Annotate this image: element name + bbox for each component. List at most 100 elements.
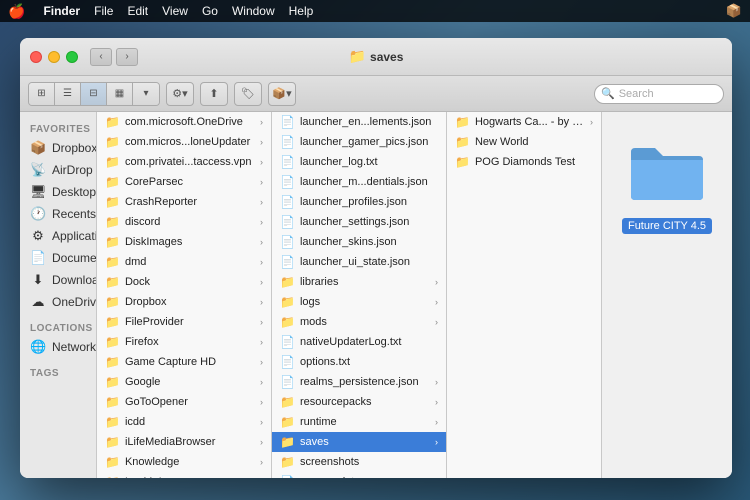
col-item-label: Knowledge — [125, 456, 255, 468]
col2-item[interactable]: 📄nativeUpdaterLog.txt — [272, 332, 446, 352]
folder-icon: 📁 — [105, 255, 120, 269]
sidebar-item-dropbox[interactable]: 📦 Dropbox — [20, 137, 96, 159]
col1-item[interactable]: 📁GoToOpener› — [97, 392, 271, 412]
sidebar-item-downloads[interactable]: ⬇ Downloads — [20, 269, 96, 291]
col1-item[interactable]: 📁dmd› — [97, 252, 271, 272]
maximize-button[interactable] — [66, 51, 78, 63]
forward-button[interactable]: › — [116, 48, 138, 66]
col1-item[interactable]: 📁Firefox› — [97, 332, 271, 352]
menu-window[interactable]: Window — [232, 4, 275, 18]
col1-item[interactable]: 📁CoreParsec› — [97, 172, 271, 192]
col2-item[interactable]: 📁runtime› — [272, 412, 446, 432]
folder-icon: 📁 — [105, 335, 120, 349]
col-item-label: Firefox — [125, 336, 255, 348]
folder-icon: 📁 — [105, 175, 120, 189]
col2-item[interactable]: 📄servers.dat — [272, 472, 446, 478]
view-dropdown-btn[interactable]: ▾ — [133, 83, 159, 105]
folder-icon: 📁 — [105, 215, 120, 229]
close-button[interactable] — [30, 51, 42, 63]
action-button[interactable]: ⚙▾ — [166, 82, 194, 106]
col2-item[interactable]: 📄launcher_log.txt — [272, 152, 446, 172]
col2-item[interactable]: 📁screenshots — [272, 452, 446, 472]
col-item-label: launcher_m...dentials.json — [300, 176, 438, 188]
sidebar-item-applications[interactable]: ⚙ Applications — [20, 225, 96, 247]
col2-item[interactable]: 📄options.txt — [272, 352, 446, 372]
col1-item[interactable]: 📁Google› — [97, 372, 271, 392]
col3-item[interactable]: 📁New World — [447, 132, 601, 152]
dropbox-toolbar-button[interactable]: 📦▾ — [268, 82, 296, 106]
col2-item[interactable]: 📄launcher_skins.json — [272, 232, 446, 252]
col-item-label: CoreParsec — [125, 176, 255, 188]
file-type-icon: 📄 — [280, 255, 295, 269]
menu-edit[interactable]: Edit — [127, 4, 148, 18]
col1-item[interactable]: 📁LogMeInc› — [97, 472, 271, 478]
back-button[interactable]: ‹ — [90, 48, 112, 66]
file-type-icon: 📄 — [280, 235, 295, 249]
chevron-right-icon: › — [435, 417, 438, 427]
view-icon-btn[interactable]: ⊞ — [29, 83, 55, 105]
menu-finder[interactable]: Finder — [43, 4, 80, 18]
col2-item[interactable]: 📁resourcepacks› — [272, 392, 446, 412]
sidebar-item-onedrive[interactable]: ☁ OneDrive — [20, 291, 96, 313]
col1-item[interactable]: 📁FileProvider› — [97, 312, 271, 332]
file-type-icon: 📄 — [280, 195, 295, 209]
share-button[interactable]: ⬆ — [200, 82, 228, 106]
view-gallery-btn[interactable]: ▦ — [107, 83, 133, 105]
col1-item[interactable]: 📁com.privatei...taccess.vpn› — [97, 152, 271, 172]
col2-item[interactable]: 📄launcher_en...lements.json — [272, 112, 446, 132]
col2-item[interactable]: 📁logs› — [272, 292, 446, 312]
tag-button[interactable]: 🏷 — [234, 82, 262, 106]
col1-item[interactable]: 📁DiskImages› — [97, 232, 271, 252]
col1-item[interactable]: 📁Dock› — [97, 272, 271, 292]
apple-menu[interactable]: 🍎 — [8, 3, 25, 20]
col3-item[interactable]: 📁Hogwarts Ca... - by Gabbel› — [447, 112, 601, 132]
sidebar-item-network[interactable]: 🌐 Network — [20, 336, 96, 358]
col1-item[interactable]: 📁Knowledge› — [97, 452, 271, 472]
minimize-button[interactable] — [48, 51, 60, 63]
col2-item[interactable]: 📁mods› — [272, 312, 446, 332]
sidebar-item-airdrop[interactable]: 📡 AirDrop — [20, 159, 96, 181]
col1-item[interactable]: 📁iLifeMediaBrowser› — [97, 432, 271, 452]
folder-icon: 📁 — [105, 135, 120, 149]
view-list-btn[interactable]: ☰ — [55, 83, 81, 105]
col1-item[interactable]: 📁com.microsoft.OneDrive› — [97, 112, 271, 132]
column-2: 📄launcher_en...lements.json📄launcher_gam… — [272, 112, 447, 478]
col2-item[interactable]: 📄launcher_settings.json — [272, 212, 446, 232]
col2-item[interactable]: 📄launcher_m...dentials.json — [272, 172, 446, 192]
col-item-label: com.micros...loneUpdater — [125, 136, 255, 148]
menu-help[interactable]: Help — [289, 4, 314, 18]
chevron-right-icon: › — [260, 377, 263, 387]
menu-view[interactable]: View — [162, 4, 188, 18]
file-type-icon: 📁 — [280, 275, 295, 289]
col2-item[interactable]: 📄launcher_ui_state.json — [272, 252, 446, 272]
sidebar-item-documents[interactable]: 📄 Documents — [20, 247, 96, 269]
col-item-label: screenshots — [300, 456, 438, 468]
col1-item[interactable]: 📁discord› — [97, 212, 271, 232]
search-box[interactable]: 🔍 Search — [594, 84, 724, 104]
chevron-right-icon: › — [260, 157, 263, 167]
col2-item[interactable]: 📄launcher_gamer_pics.json — [272, 132, 446, 152]
window-title: 📁 saves — [349, 48, 404, 65]
dropbox-menubar-icon[interactable]: 📦 — [726, 3, 742, 19]
sidebar-item-desktop[interactable]: 🖥 Desktop — [20, 181, 96, 203]
chevron-right-icon: › — [590, 117, 593, 127]
col3-item[interactable]: 📁POG Diamonds Test — [447, 152, 601, 172]
chevron-right-icon: › — [435, 437, 438, 447]
col-item-label: options.txt — [300, 356, 438, 368]
col2-item[interactable]: 📁libraries› — [272, 272, 446, 292]
col1-item[interactable]: 📁com.micros...loneUpdater› — [97, 132, 271, 152]
preview-folder-label: Future CITY 4.5 — [622, 218, 712, 234]
col2-item[interactable]: 📄 launcher_profiles.json — [272, 192, 446, 212]
col-item-label: launcher_profiles.json — [300, 196, 438, 208]
menu-file[interactable]: File — [94, 4, 113, 18]
col2-item[interactable]: 📁saves› — [272, 432, 446, 452]
preview-folder[interactable]: Future CITY 4.5 — [610, 140, 724, 234]
col1-item[interactable]: 📁icdd› — [97, 412, 271, 432]
col1-item[interactable]: 📁Dropbox› — [97, 292, 271, 312]
col1-item[interactable]: 📁Game Capture HD› — [97, 352, 271, 372]
col1-item[interactable]: 📁CrashReporter› — [97, 192, 271, 212]
view-column-btn[interactable]: ⊟ — [81, 83, 107, 105]
col2-item[interactable]: 📄realms_persistence.json› — [272, 372, 446, 392]
sidebar-item-recents[interactable]: 🕐 Recents — [20, 203, 96, 225]
menu-go[interactable]: Go — [202, 4, 218, 18]
